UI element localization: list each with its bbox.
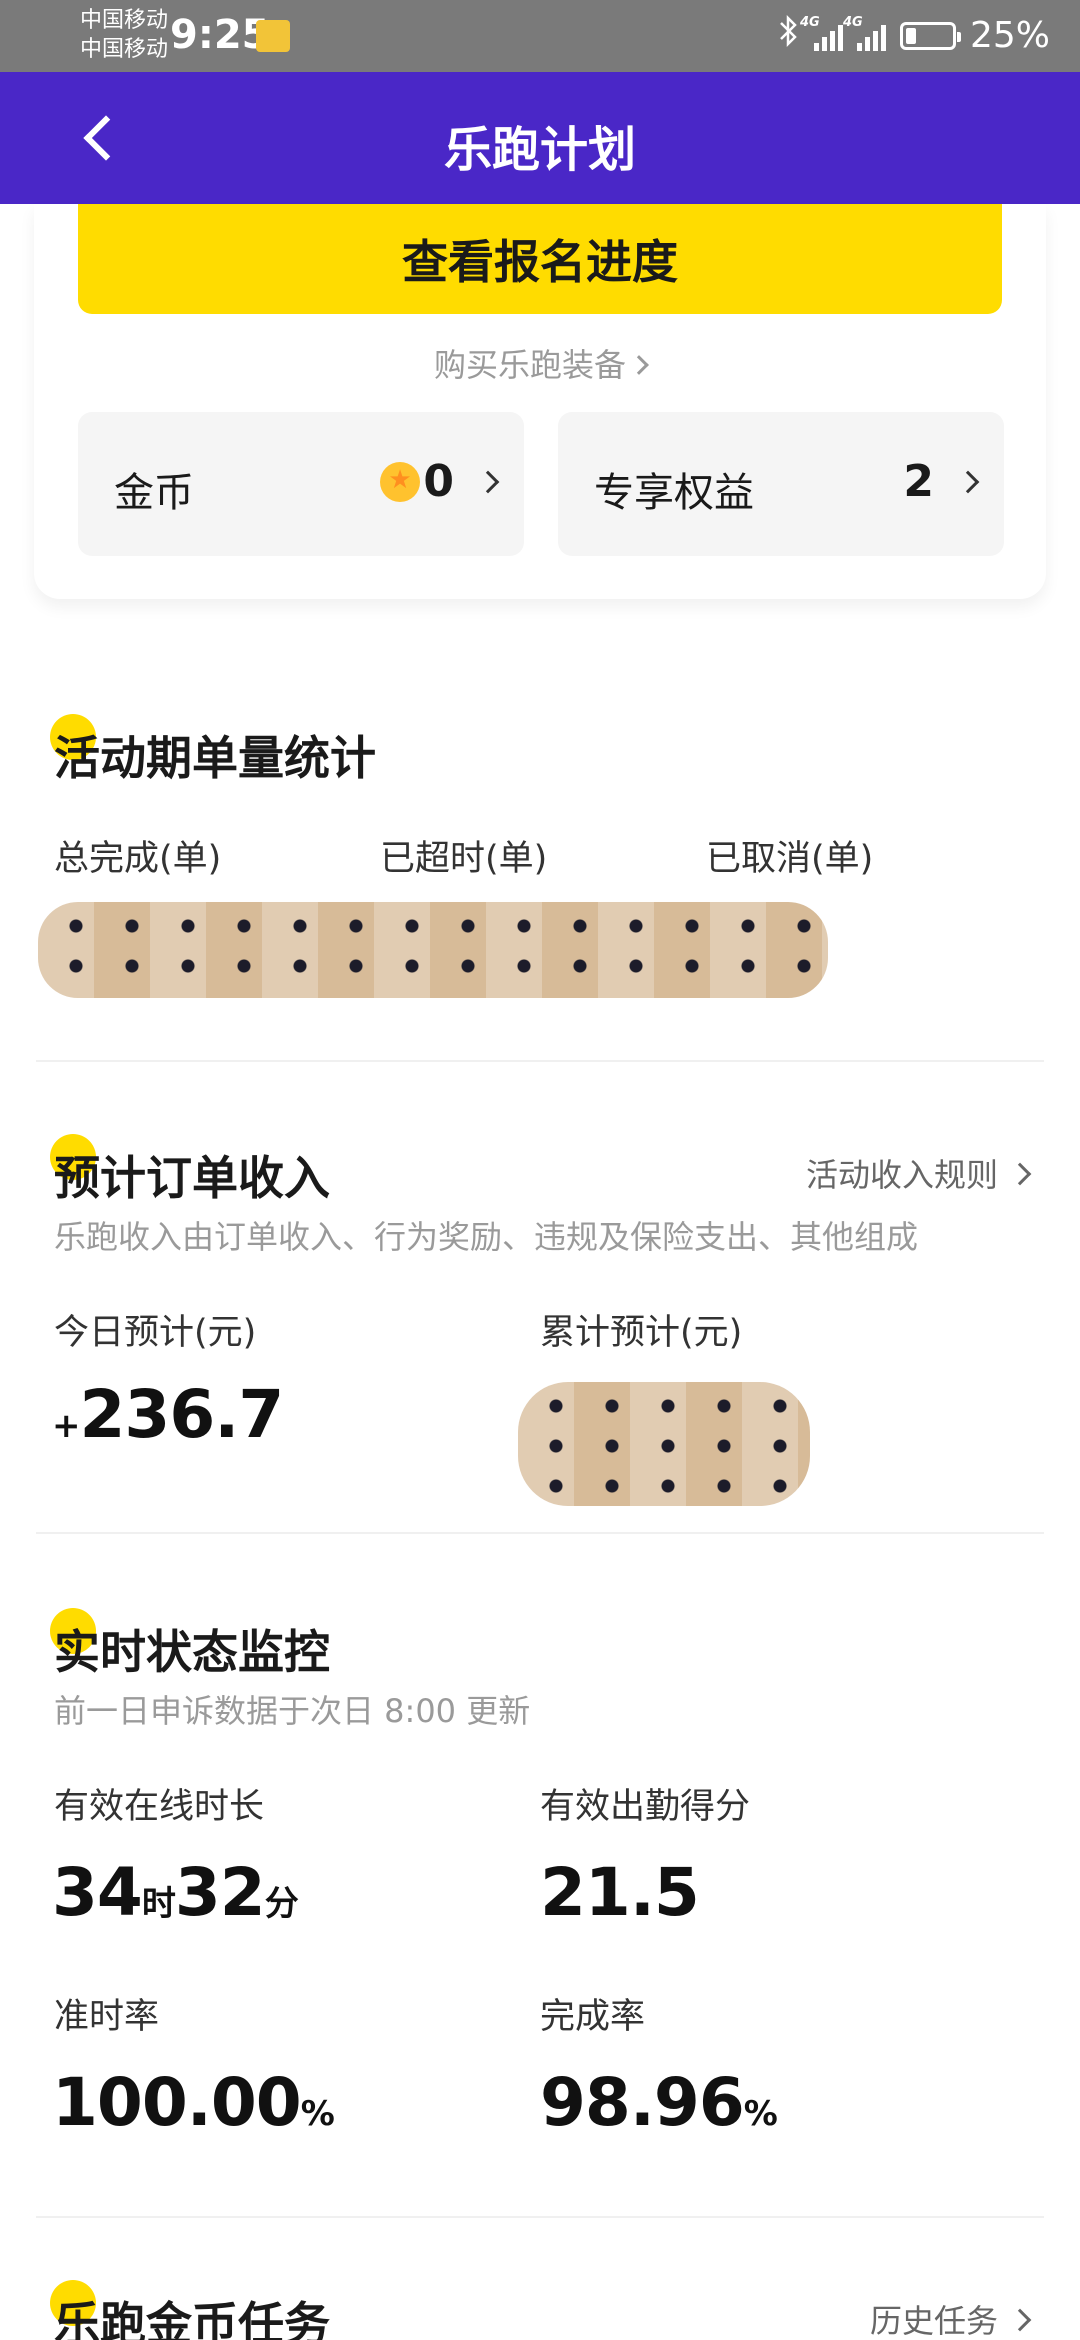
- signal-icon-2: 4G: [843, 15, 886, 51]
- history-tasks-link[interactable]: 历史任务: [869, 2296, 1032, 2340]
- income-section: 预计订单收入 活动收入规则 乐跑收入由订单收入、行为奖励、违规及保险支出、其他组…: [0, 1120, 1080, 1530]
- battery-icon: [899, 21, 961, 50]
- completion-rate-value: 98.96%: [540, 2064, 778, 2141]
- on-time-rate-label: 准时率: [54, 1997, 160, 2037]
- percent-unit: %: [300, 2094, 335, 2134]
- buy-gear-label: 购买乐跑装备: [433, 346, 626, 384]
- on-time-rate-number: 100.00: [52, 2064, 302, 2141]
- monitor-subtitle: 前一日申诉数据于次日 8:00 更新: [54, 1692, 531, 1730]
- coin-icon: [380, 462, 420, 502]
- view-signup-progress-button[interactable]: 查看报名进度: [78, 204, 1002, 314]
- benefits-value: 2: [903, 456, 934, 507]
- online-minutes: 32: [174, 1854, 266, 1931]
- app-header: 乐跑计划: [0, 72, 1080, 204]
- today-estimate-label: 今日预计(元): [54, 1313, 257, 1353]
- online-duration-label: 有效在线时长: [54, 1787, 265, 1827]
- tasks-title: 乐跑金币任务: [50, 2280, 330, 2340]
- buy-gear-link[interactable]: 购买乐跑装备: [34, 340, 1046, 386]
- carrier-1: 中国移动: [80, 8, 169, 33]
- top-card: 查看报名进度 购买乐跑装备 金币 0 专享权益 2: [34, 204, 1046, 599]
- notification-app-icon: [256, 20, 290, 52]
- carrier-labels: 中国移动 中国移动: [80, 6, 168, 64]
- timed-out-label: 已超时(单): [380, 839, 548, 879]
- today-estimate-value: +236.7: [52, 1376, 285, 1453]
- on-time-rate-value: 100.00%: [52, 2064, 335, 2141]
- chevron-right-icon: [956, 470, 980, 494]
- benefits-label: 专享权益: [594, 470, 754, 516]
- income-rules-link[interactable]: 活动收入规则: [805, 1150, 1032, 1196]
- order-stats-title: 活动期单量统计: [50, 714, 376, 788]
- chevron-right-icon: [1008, 1162, 1032, 1186]
- total-estimate-label: 累计预计(元): [540, 1313, 743, 1353]
- chevron-right-icon: [1008, 2308, 1032, 2332]
- tasks-section: 乐跑金币任务 历史任务: [0, 2276, 1080, 2340]
- today-estimate-sign: +: [52, 1406, 80, 1446]
- income-title: 预计订单收入: [50, 1134, 330, 1208]
- total-completed-label: 总完成(单): [54, 839, 222, 879]
- hours-unit: 时: [141, 1884, 176, 1924]
- redacted-total-estimate: [518, 1382, 810, 1506]
- redacted-order-values: [38, 902, 828, 998]
- bluetooth-icon: [778, 14, 800, 57]
- completion-rate-number: 98.96: [540, 2064, 745, 2141]
- chevron-right-icon: [476, 470, 500, 494]
- battery-percent: 25%: [969, 15, 1050, 56]
- cancelled-label: 已取消(单): [706, 839, 874, 879]
- page-title: 乐跑计划: [443, 122, 636, 178]
- coins-tile[interactable]: 金币 0: [78, 412, 524, 556]
- attendance-score-value: 21.5: [540, 1854, 700, 1931]
- order-stats-section: 活动期单量统计 总完成(单) 已超时(单) 已取消(单): [0, 700, 1080, 1060]
- divider: [36, 1060, 1044, 1062]
- minutes-unit: 分: [264, 1884, 299, 1924]
- online-duration-value: 34时32分: [52, 1854, 299, 1931]
- history-tasks-label: 历史任务: [869, 2302, 998, 2340]
- monitor-title: 实时状态监控: [50, 1608, 330, 1682]
- online-hours: 34: [52, 1854, 143, 1931]
- chevron-right-icon: [629, 355, 649, 375]
- status-icons: 4G 4G 25%: [778, 14, 1050, 57]
- carrier-2: 中国移动: [80, 37, 169, 62]
- attendance-score-label: 有效出勤得分: [540, 1787, 751, 1827]
- monitor-section: 实时状态监控 前一日申诉数据于次日 8:00 更新 有效在线时长 34时32分 …: [0, 1594, 1080, 2194]
- divider: [36, 1532, 1044, 1534]
- benefits-tile[interactable]: 专享权益 2: [558, 412, 1004, 556]
- coins-label: 金币: [114, 470, 194, 516]
- signal-icon-1: 4G: [800, 15, 843, 51]
- coins-value: 0: [423, 456, 454, 507]
- income-subtitle: 乐跑收入由订单收入、行为奖励、违规及保险支出、其他组成: [54, 1218, 919, 1256]
- clock: 9:25: [170, 12, 270, 58]
- income-rules-label: 活动收入规则: [805, 1156, 998, 1194]
- status-bar: 中国移动 中国移动 9:25 4G 4G 25%: [0, 0, 1080, 72]
- completion-rate-label: 完成率: [540, 1997, 646, 2037]
- divider: [36, 2216, 1044, 2218]
- today-estimate-amount: 236.7: [79, 1376, 285, 1453]
- percent-unit: %: [743, 2094, 778, 2134]
